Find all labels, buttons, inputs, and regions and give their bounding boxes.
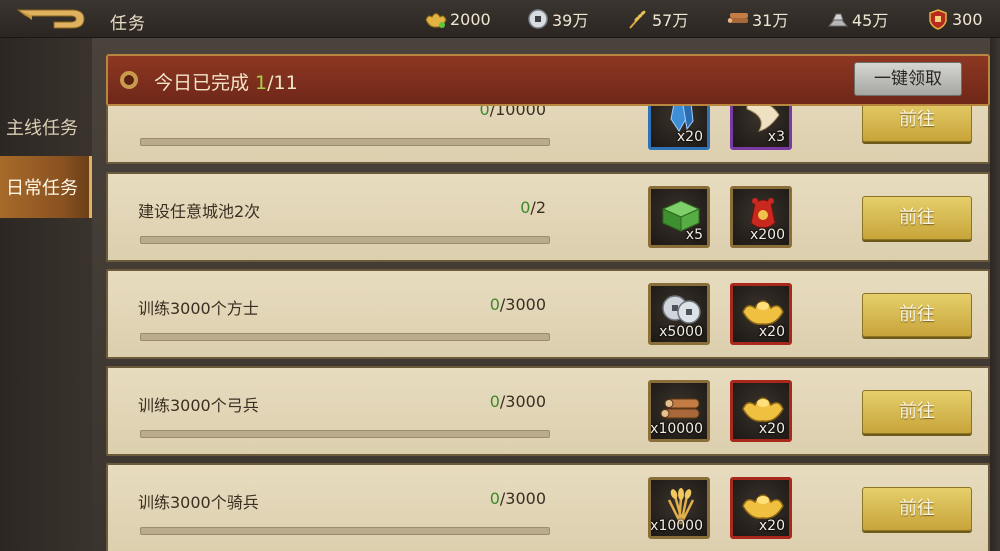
task-name: 训练3000个骑兵 bbox=[138, 493, 259, 512]
silver-coin-icon bbox=[528, 9, 548, 29]
reward-qty: x10000 bbox=[650, 518, 703, 534]
resource-grain: 57万 bbox=[626, 0, 688, 38]
completion-prefix: 今日已完成 bbox=[154, 72, 256, 94]
resource-iron: 45万 bbox=[826, 0, 888, 38]
go-button[interactable]: 前往 bbox=[862, 487, 972, 531]
top-bar: 任务 2000 39万 57万 31万 45万 300 bbox=[0, 0, 1000, 38]
reward-qty: x3 bbox=[767, 129, 785, 145]
task-progress-bar bbox=[140, 527, 550, 535]
status-ring-icon bbox=[120, 71, 138, 89]
task-progress-current: 0 bbox=[489, 392, 500, 411]
task-progress: 0/3000 bbox=[490, 295, 546, 314]
task-progress-bar bbox=[140, 138, 550, 146]
task-name: 训练3000个弓兵 bbox=[138, 396, 259, 415]
resource-gold-value: 2000 bbox=[450, 9, 491, 29]
resource-wood-value: 31万 bbox=[752, 11, 789, 30]
page-title: 任务 bbox=[110, 14, 146, 34]
resource-honor-value: 300 bbox=[952, 9, 983, 29]
task-name: 建设任意城池2次 bbox=[138, 202, 261, 221]
task-progress-total: /2 bbox=[530, 198, 546, 217]
task-name: 训练3000个方士 bbox=[138, 299, 259, 318]
task-progress-total: /3000 bbox=[499, 295, 546, 314]
reward-qty: x20 bbox=[758, 518, 785, 534]
reward-slot[interactable]: x5 bbox=[648, 186, 710, 248]
sidebar-item-main-quests[interactable]: 主线任务 bbox=[0, 96, 92, 158]
task-progress: 0/3000 bbox=[490, 392, 546, 411]
back-button[interactable] bbox=[14, 6, 88, 32]
resource-silver-value: 39万 bbox=[552, 11, 589, 30]
sidebar-item-label: 日常任务 bbox=[6, 178, 78, 199]
daily-summary-banner: 今日已完成 1/11 一键领取 bbox=[106, 54, 990, 106]
honor-badge-icon bbox=[929, 9, 947, 30]
task-progress-bar bbox=[140, 333, 550, 341]
resource-silver: 39万 bbox=[526, 0, 588, 38]
reward-qty: x200 bbox=[749, 227, 785, 243]
quest-panel: 0/10000 x20 x3 前往 建设任意城池2次 0/2 x5 x200 前… bbox=[92, 38, 1000, 551]
reward-slot[interactable]: x20 bbox=[730, 380, 792, 442]
task-progress-bar bbox=[140, 236, 550, 244]
resource-grain-value: 57万 bbox=[652, 11, 689, 30]
reward-slot[interactable]: x5000 bbox=[648, 283, 710, 345]
reward-qty: x5000 bbox=[659, 324, 703, 340]
iron-icon bbox=[827, 13, 849, 27]
task-progress-current: 0 bbox=[489, 295, 500, 314]
completion-count: 今日已完成 1/11 bbox=[154, 68, 298, 95]
grain-icon bbox=[629, 10, 646, 29]
claim-all-button[interactable]: 一键领取 bbox=[854, 62, 962, 96]
task-progress: 0/3000 bbox=[490, 489, 546, 508]
task-progress-total: /3000 bbox=[499, 489, 546, 508]
reward-qty: x20 bbox=[758, 421, 785, 437]
resource-gold: 2000 bbox=[424, 0, 491, 38]
reward-slot[interactable]: x200 bbox=[730, 186, 792, 248]
resource-honor: 300 bbox=[926, 0, 983, 38]
wood-icon bbox=[727, 13, 748, 23]
completion-done: 1 bbox=[255, 72, 268, 94]
reward-qty: x20 bbox=[758, 324, 785, 340]
reward-slot[interactable]: x10000 bbox=[648, 477, 710, 539]
list-item: 训练3000个方士 0/3000 x5000 x20 前往 bbox=[106, 269, 990, 359]
task-progress-total: /3000 bbox=[499, 392, 546, 411]
task-progress-current: 0 bbox=[520, 198, 531, 217]
list-item: 建设任意城池2次 0/2 x5 x200 前往 bbox=[106, 172, 990, 262]
sidebar: 主线任务 日常任务 bbox=[0, 38, 92, 551]
go-button[interactable]: 前往 bbox=[862, 390, 972, 434]
gold-ingot-icon bbox=[425, 13, 447, 28]
task-progress-current: 0 bbox=[489, 489, 500, 508]
list-item: 训练3000个骑兵 0/3000 x10000 x20 前往 bbox=[106, 463, 990, 551]
completion-suffix: /11 bbox=[267, 72, 298, 94]
task-progress-bar bbox=[140, 430, 550, 438]
reward-qty: x5 bbox=[685, 227, 703, 243]
resource-iron-value: 45万 bbox=[852, 11, 889, 30]
go-button[interactable]: 前往 bbox=[862, 196, 972, 240]
sidebar-item-label: 主线任务 bbox=[6, 118, 78, 139]
resource-wood: 31万 bbox=[726, 0, 788, 38]
go-button[interactable]: 前往 bbox=[862, 293, 972, 337]
sidebar-item-daily-quests[interactable]: 日常任务 bbox=[0, 156, 92, 218]
reward-slot[interactable]: x10000 bbox=[648, 380, 710, 442]
reward-slot[interactable]: x20 bbox=[730, 283, 792, 345]
back-arrow-icon bbox=[16, 9, 85, 29]
task-progress: 0/2 bbox=[520, 198, 546, 217]
task-list[interactable]: 0/10000 x20 x3 前往 建设任意城池2次 0/2 x5 x200 前… bbox=[106, 38, 990, 551]
list-item: 训练3000个弓兵 0/3000 x10000 x20 前往 bbox=[106, 366, 990, 456]
reward-qty: x20 bbox=[676, 129, 703, 145]
reward-slot[interactable]: x20 bbox=[730, 477, 792, 539]
reward-qty: x10000 bbox=[650, 421, 703, 437]
